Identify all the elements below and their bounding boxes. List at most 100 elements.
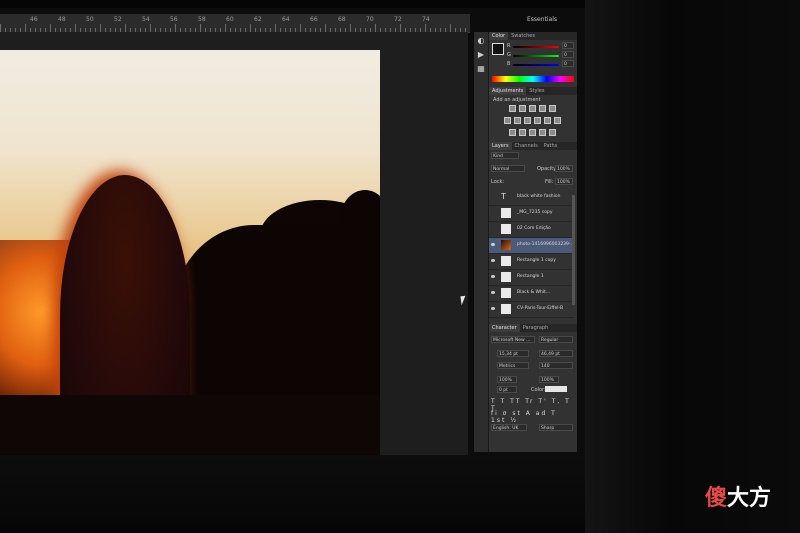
ruler-tick <box>425 24 426 32</box>
ruler-tick <box>0 24 1 32</box>
antialias-select[interactable]: Sharp <box>539 424 573 431</box>
red-value[interactable]: 0 <box>562 42 574 49</box>
workspace-switcher[interactable]: Essentials <box>527 16 557 23</box>
tab-paragraph[interactable]: Paragraph <box>520 324 552 332</box>
tab-color[interactable]: Color <box>489 32 509 40</box>
font-style-select[interactable]: Regular <box>539 336 573 343</box>
visibility-eye-icon[interactable] <box>491 243 495 246</box>
visibility-eye-icon[interactable] <box>491 307 495 310</box>
posterize-icon[interactable] <box>519 129 526 136</box>
channel-mixer-icon[interactable] <box>544 117 551 124</box>
hue-saturation-icon[interactable] <box>504 117 511 124</box>
layer-filter-select[interactable]: Kind <box>491 152 519 159</box>
visibility-eye-icon[interactable] <box>491 275 495 278</box>
layers-scrollbar[interactable] <box>572 195 575 305</box>
blend-mode-select[interactable]: Normal <box>491 165 525 172</box>
green-slider[interactable] <box>513 55 559 57</box>
ruler-tick <box>50 24 51 32</box>
red-slider[interactable] <box>513 46 559 48</box>
layer-thumbnail <box>501 288 511 298</box>
vertical-scale-input[interactable]: 100% <box>497 376 517 383</box>
ruler-number: 58 <box>198 16 206 23</box>
layer-thumbnail <box>501 208 511 218</box>
exposure-icon[interactable] <box>539 105 546 112</box>
language-select[interactable]: English: UK <box>491 424 527 431</box>
layer-row[interactable]: photo-1416996003239-... <box>489 238 575 254</box>
layer-thumbnail <box>501 224 511 234</box>
tab-swatches[interactable]: Swatches <box>508 32 538 40</box>
text-style-buttons[interactable]: T T TT Tr T' T, T T <box>491 398 573 412</box>
brightness-contrast-icon[interactable] <box>509 105 516 112</box>
blue-value[interactable]: 0 <box>562 60 574 67</box>
fill-input[interactable]: 100% <box>555 178 573 185</box>
text-color-swatch[interactable] <box>545 386 567 392</box>
ruler-number: 54 <box>142 16 150 23</box>
layer-row[interactable]: _MG_7235 copy <box>489 206 574 222</box>
layer-name: Rectangle 1 copy <box>517 258 556 263</box>
layer-name: photo-1416996003239-... <box>517 242 575 247</box>
ruler-tick <box>125 24 126 32</box>
font-family-select[interactable]: Microsoft New ... <box>491 336 535 343</box>
ruler-tick <box>400 24 401 32</box>
leading-input[interactable]: 46,49 pt <box>539 350 573 357</box>
green-value[interactable]: 0 <box>562 51 574 58</box>
blue-slider[interactable] <box>513 64 559 66</box>
background-room <box>585 0 800 533</box>
layer-row[interactable]: CV-Paris-Tour-Eiffel-B <box>489 302 574 318</box>
levels-icon[interactable] <box>519 105 526 112</box>
ruler-number: 46 <box>30 16 38 23</box>
selective-color-icon[interactable] <box>549 129 556 136</box>
visibility-eye-icon[interactable] <box>491 291 495 294</box>
horizontal-ruler[interactable]: 46 48 50 52 54 56 58 60 62 64 66 68 70 72 74 <box>0 14 470 33</box>
photo-filter-icon[interactable] <box>534 117 541 124</box>
ruler-tick <box>250 24 251 32</box>
layer-thumbnail <box>501 240 511 250</box>
invert-icon[interactable] <box>509 129 516 136</box>
ruler-number: 56 <box>170 16 178 23</box>
tab-layers[interactable]: Layers <box>489 142 512 150</box>
baseline-shift-input[interactable]: 0 pt <box>497 386 517 393</box>
watermark-logo: 傻大方 <box>705 486 772 511</box>
ruler-number: 62 <box>254 16 262 23</box>
threshold-icon[interactable] <box>529 129 536 136</box>
layer-row[interactable]: Rectangle 1 copy <box>489 254 574 270</box>
grid-icon[interactable]: ▦ <box>476 64 486 73</box>
color-lookup-icon[interactable] <box>554 117 561 124</box>
visibility-eye-icon[interactable] <box>491 259 495 262</box>
tab-adjustments[interactable]: Adjustments <box>489 87 527 95</box>
ruler-number: 68 <box>338 16 346 23</box>
ruler-tick <box>375 24 376 32</box>
color-spectrum[interactable] <box>492 76 574 82</box>
layer-row[interactable]: Tblack white fashion <box>489 190 574 206</box>
horizontal-scale-input[interactable]: 100% <box>539 376 559 383</box>
gradient-map-icon[interactable] <box>539 129 546 136</box>
kerning-select[interactable]: Metrics <box>497 362 529 369</box>
curves-icon[interactable] <box>529 105 536 112</box>
ruler-tick <box>225 24 226 32</box>
ruler-number: 74 <box>422 16 430 23</box>
document-image[interactable] <box>0 50 380 455</box>
ruler-number: 52 <box>114 16 122 23</box>
layer-row[interactable]: 02 Com Edição <box>489 222 574 238</box>
layer-thumbnail <box>501 256 511 266</box>
image-ground <box>0 395 380 455</box>
channel-r-label: R <box>507 43 511 49</box>
tab-styles[interactable]: Styles <box>526 87 547 95</box>
panel-dock-icons: ◐ ▶ ▦ <box>474 32 488 452</box>
color-balance-icon[interactable] <box>514 117 521 124</box>
layer-row[interactable]: Black & Whit... <box>489 286 574 302</box>
tracking-select[interactable]: 140 <box>539 362 573 369</box>
foreground-color-swatch[interactable] <box>492 43 504 55</box>
layer-row[interactable]: Rectangle 1 <box>489 270 574 286</box>
tab-character[interactable]: Character <box>489 324 520 332</box>
ruler-tick <box>325 24 326 32</box>
tab-channels[interactable]: Channels <box>512 142 541 150</box>
opacity-input[interactable]: 100% <box>555 165 573 172</box>
black-white-icon[interactable] <box>524 117 531 124</box>
font-size-input[interactable]: 15,34 pt <box>497 350 529 357</box>
play-icon[interactable]: ▶ <box>476 50 486 59</box>
color-panel-icon[interactable]: ◐ <box>476 36 486 45</box>
tab-paths[interactable]: Paths <box>541 142 561 150</box>
vibrance-icon[interactable] <box>549 105 556 112</box>
opentype-buttons[interactable]: fi σ st A ad T 1st ½ <box>491 410 573 424</box>
